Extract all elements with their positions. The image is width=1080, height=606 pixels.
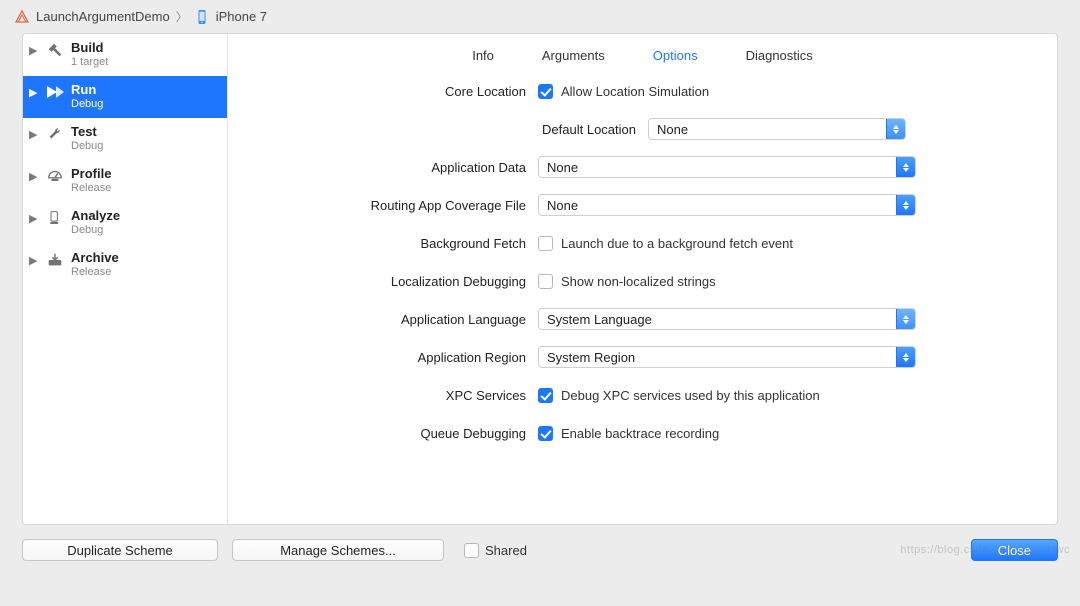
sidebar-item-label: Archive [71, 250, 119, 266]
hammer-icon [45, 40, 65, 60]
tab-diagnostics[interactable]: Diagnostics [746, 48, 813, 63]
label-xpc-services: XPC Services [228, 388, 538, 403]
sidebar-item-sublabel: Debug [71, 98, 103, 112]
watermark-text: https://blog.csdn.net/Hello_Hwc [900, 544, 1070, 556]
select-value: None [547, 160, 578, 175]
tab-info[interactable]: Info [472, 48, 494, 63]
dropdown-stepper-icon [896, 309, 915, 329]
sidebar-item-sublabel: 1 target [71, 56, 108, 70]
label-application-language: Application Language [228, 312, 538, 327]
sidebar-item-label: Analyze [71, 208, 120, 224]
gauge-icon [45, 166, 65, 186]
tab-options[interactable]: Options [653, 48, 698, 63]
duplicate-scheme-button[interactable]: Duplicate Scheme [22, 539, 218, 561]
sidebar-item-label: Build [71, 40, 108, 56]
select-value: None [547, 198, 578, 213]
sidebar-item-label: Profile [71, 166, 111, 182]
dropdown-stepper-icon [896, 195, 915, 215]
analyze-icon [45, 208, 65, 228]
disclosure-triangle-icon[interactable]: ▶ [29, 124, 39, 141]
breadcrumb: LaunchArgumentDemo 〉 iPhone 7 [0, 0, 1080, 33]
options-form: Core Location Allow Location Simulation … [228, 73, 1057, 459]
checkbox-label: Show non-localized strings [561, 274, 716, 289]
breadcrumb-separator-icon: 〉 [176, 8, 188, 25]
dropdown-stepper-icon [896, 347, 915, 367]
checkbox-localization-debugging[interactable] [538, 274, 553, 289]
checkbox-allow-location-sim[interactable] [538, 84, 553, 99]
breadcrumb-scheme[interactable]: LaunchArgumentDemo [36, 9, 170, 24]
label-core-location: Core Location [228, 84, 538, 99]
tab-arguments[interactable]: Arguments [542, 48, 605, 63]
sidebar-item-sublabel: Release [71, 266, 119, 280]
checkbox-xpc-services[interactable] [538, 388, 553, 403]
sidebar-item-profile[interactable]: ▶ Profile Release [23, 160, 227, 202]
checkbox-label: Debug XPC services used by this applicat… [561, 388, 820, 403]
sidebar-item-build[interactable]: ▶ Build 1 target [23, 34, 227, 76]
label-background-fetch: Background Fetch [228, 236, 538, 251]
checkbox-queue-debugging[interactable] [538, 426, 553, 441]
sidebar-item-sublabel: Debug [71, 224, 120, 238]
checkbox-background-fetch[interactable] [538, 236, 553, 251]
scheme-editor-card: ▶ Build 1 target ▶ Run Debug ▶ [22, 33, 1058, 525]
disclosure-triangle-icon[interactable]: ▶ [29, 250, 39, 267]
scheme-content: Info Arguments Options Diagnostics Core … [228, 34, 1057, 524]
play-icon [45, 82, 65, 102]
label-application-region: Application Region [228, 350, 538, 365]
archive-icon [45, 250, 65, 270]
sidebar-item-run[interactable]: ▶ Run Debug [23, 76, 227, 118]
label-application-data: Application Data [228, 160, 538, 175]
breadcrumb-device[interactable]: iPhone 7 [216, 9, 267, 24]
select-application-data[interactable]: None [538, 156, 916, 178]
checkbox-shared[interactable] [464, 543, 479, 558]
disclosure-triangle-icon[interactable]: ▶ [29, 40, 39, 57]
app-icon [14, 9, 30, 25]
sidebar-item-analyze[interactable]: ▶ Analyze Debug [23, 202, 227, 244]
shared-label: Shared [485, 543, 527, 558]
select-value: None [657, 122, 688, 137]
select-default-location[interactable]: None [648, 118, 906, 140]
checkbox-label: Enable backtrace recording [561, 426, 719, 441]
dropdown-stepper-icon [896, 157, 915, 177]
disclosure-triangle-icon[interactable]: ▶ [29, 82, 39, 99]
dropdown-stepper-icon [886, 119, 905, 139]
sidebar-item-test[interactable]: ▶ Test Debug [23, 118, 227, 160]
label-localization-debugging: Localization Debugging [228, 274, 538, 289]
label-queue-debugging: Queue Debugging [228, 426, 538, 441]
select-value: System Region [547, 350, 635, 365]
sidebar-item-sublabel: Release [71, 182, 111, 196]
device-icon [194, 9, 210, 25]
disclosure-triangle-icon[interactable]: ▶ [29, 166, 39, 183]
select-routing-coverage[interactable]: None [538, 194, 916, 216]
sidebar-item-sublabel: Debug [71, 140, 103, 154]
sidebar-item-archive[interactable]: ▶ Archive Release [23, 244, 227, 286]
label-default-location: Default Location [228, 122, 648, 137]
checkbox-label: Launch due to a background fetch event [561, 236, 793, 251]
select-value: System Language [547, 312, 652, 327]
scheme-sidebar: ▶ Build 1 target ▶ Run Debug ▶ [23, 34, 228, 524]
select-application-language[interactable]: System Language [538, 308, 916, 330]
label-routing-coverage: Routing App Coverage File [228, 198, 538, 213]
wrench-icon [45, 124, 65, 144]
tab-bar: Info Arguments Options Diagnostics [228, 34, 1057, 73]
disclosure-triangle-icon[interactable]: ▶ [29, 208, 39, 225]
sidebar-item-label: Run [71, 82, 103, 98]
select-application-region[interactable]: System Region [538, 346, 916, 368]
sidebar-item-label: Test [71, 124, 103, 140]
checkbox-label: Allow Location Simulation [561, 84, 709, 99]
manage-schemes-button[interactable]: Manage Schemes... [232, 539, 444, 561]
